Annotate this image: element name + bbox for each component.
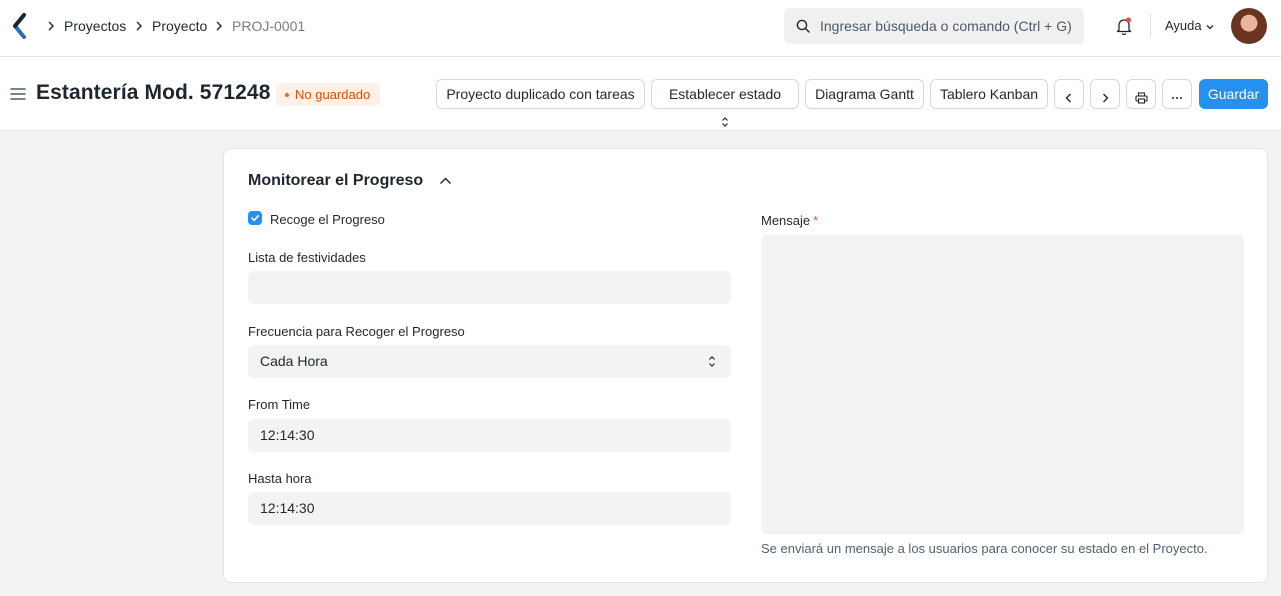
search-input[interactable] xyxy=(820,8,1078,44)
from-time-input[interactable]: 12:14:30 xyxy=(248,419,731,452)
duplicate-project-button[interactable]: Proyecto duplicado con tareas xyxy=(436,79,645,109)
holiday-list-input[interactable] xyxy=(248,271,731,304)
chevron-down-icon[interactable] xyxy=(1205,22,1215,32)
status-badge: No guardado xyxy=(276,83,381,106)
set-status-button[interactable]: Establecer estado xyxy=(651,79,799,127)
section-title[interactable]: Monitorear el Progreso xyxy=(248,172,423,190)
frequency-value: Cada Hora xyxy=(260,353,328,369)
frequency-label: Frecuencia para Recoger el Progreso xyxy=(248,324,465,339)
breadcrumb-proyectos[interactable]: Proyectos xyxy=(64,17,126,35)
navbar-divider xyxy=(1150,14,1151,38)
chevron-right-icon xyxy=(1103,93,1109,103)
status-dot xyxy=(285,92,289,97)
help-menu[interactable]: Ayuda xyxy=(1165,18,1202,33)
progress-section-card: Monitorear el Progreso Recoge el Progres… xyxy=(223,148,1268,583)
message-textarea[interactable] xyxy=(761,235,1244,534)
more-actions-button[interactable] xyxy=(1162,79,1192,109)
breadcrumb-proyecto[interactable]: Proyecto xyxy=(152,17,207,35)
chevron-right-icon xyxy=(48,21,54,31)
status-badge-text: No guardado xyxy=(295,87,371,102)
sidebar-toggle-icon[interactable] xyxy=(10,87,26,101)
to-time-label: Hasta hora xyxy=(248,471,312,486)
required-mark: * xyxy=(813,213,819,228)
to-time-input[interactable]: 12:14:30 xyxy=(248,492,731,525)
save-button[interactable]: Guardar xyxy=(1199,79,1268,109)
frequency-select[interactable]: Cada Hora xyxy=(248,345,731,378)
printer-icon xyxy=(1134,92,1148,104)
set-status-label: Establecer estado xyxy=(668,86,782,102)
more-icon xyxy=(1172,97,1182,99)
search-bar[interactable] xyxy=(784,8,1084,44)
message-label: Mensaje * xyxy=(761,213,818,228)
user-avatar[interactable] xyxy=(1231,8,1267,44)
notification-bell-icon[interactable] xyxy=(1114,16,1134,36)
message-label-text: Mensaje xyxy=(761,213,811,228)
collect-progress-label[interactable]: Recoge el Progreso xyxy=(270,212,385,227)
previous-record-button[interactable] xyxy=(1054,79,1084,109)
page-title: Estantería Mod. 571248 xyxy=(36,81,271,104)
collect-progress-checkbox[interactable] xyxy=(248,211,262,225)
chevron-up-icon[interactable] xyxy=(439,176,452,186)
select-arrows-icon xyxy=(709,356,715,367)
top-navbar: Proyectos Proyecto PROJ-0001 Ayuda xyxy=(0,0,1281,57)
chevron-left-icon xyxy=(1065,93,1071,103)
print-button[interactable] xyxy=(1126,79,1156,109)
select-arrows-icon xyxy=(722,117,728,127)
next-record-button[interactable] xyxy=(1090,79,1120,109)
message-help-text: Se enviará un mensaje a los usuarios par… xyxy=(761,541,1208,556)
checkmark-icon xyxy=(251,215,259,222)
from-time-label: From Time xyxy=(248,397,311,412)
app-logo-icon[interactable] xyxy=(10,13,32,39)
chevron-right-icon xyxy=(136,21,142,31)
holiday-list-label: Lista de festividades xyxy=(248,250,366,265)
chevron-right-icon xyxy=(216,21,222,31)
breadcrumb-current[interactable]: PROJ-0001 xyxy=(232,17,305,35)
page-head: Estantería Mod. 571248 No guardado Proye… xyxy=(0,57,1281,131)
search-icon xyxy=(796,19,810,33)
gantt-chart-button[interactable]: Diagrama Gantt xyxy=(805,79,924,109)
kanban-board-button[interactable]: Tablero Kanban xyxy=(930,79,1048,109)
